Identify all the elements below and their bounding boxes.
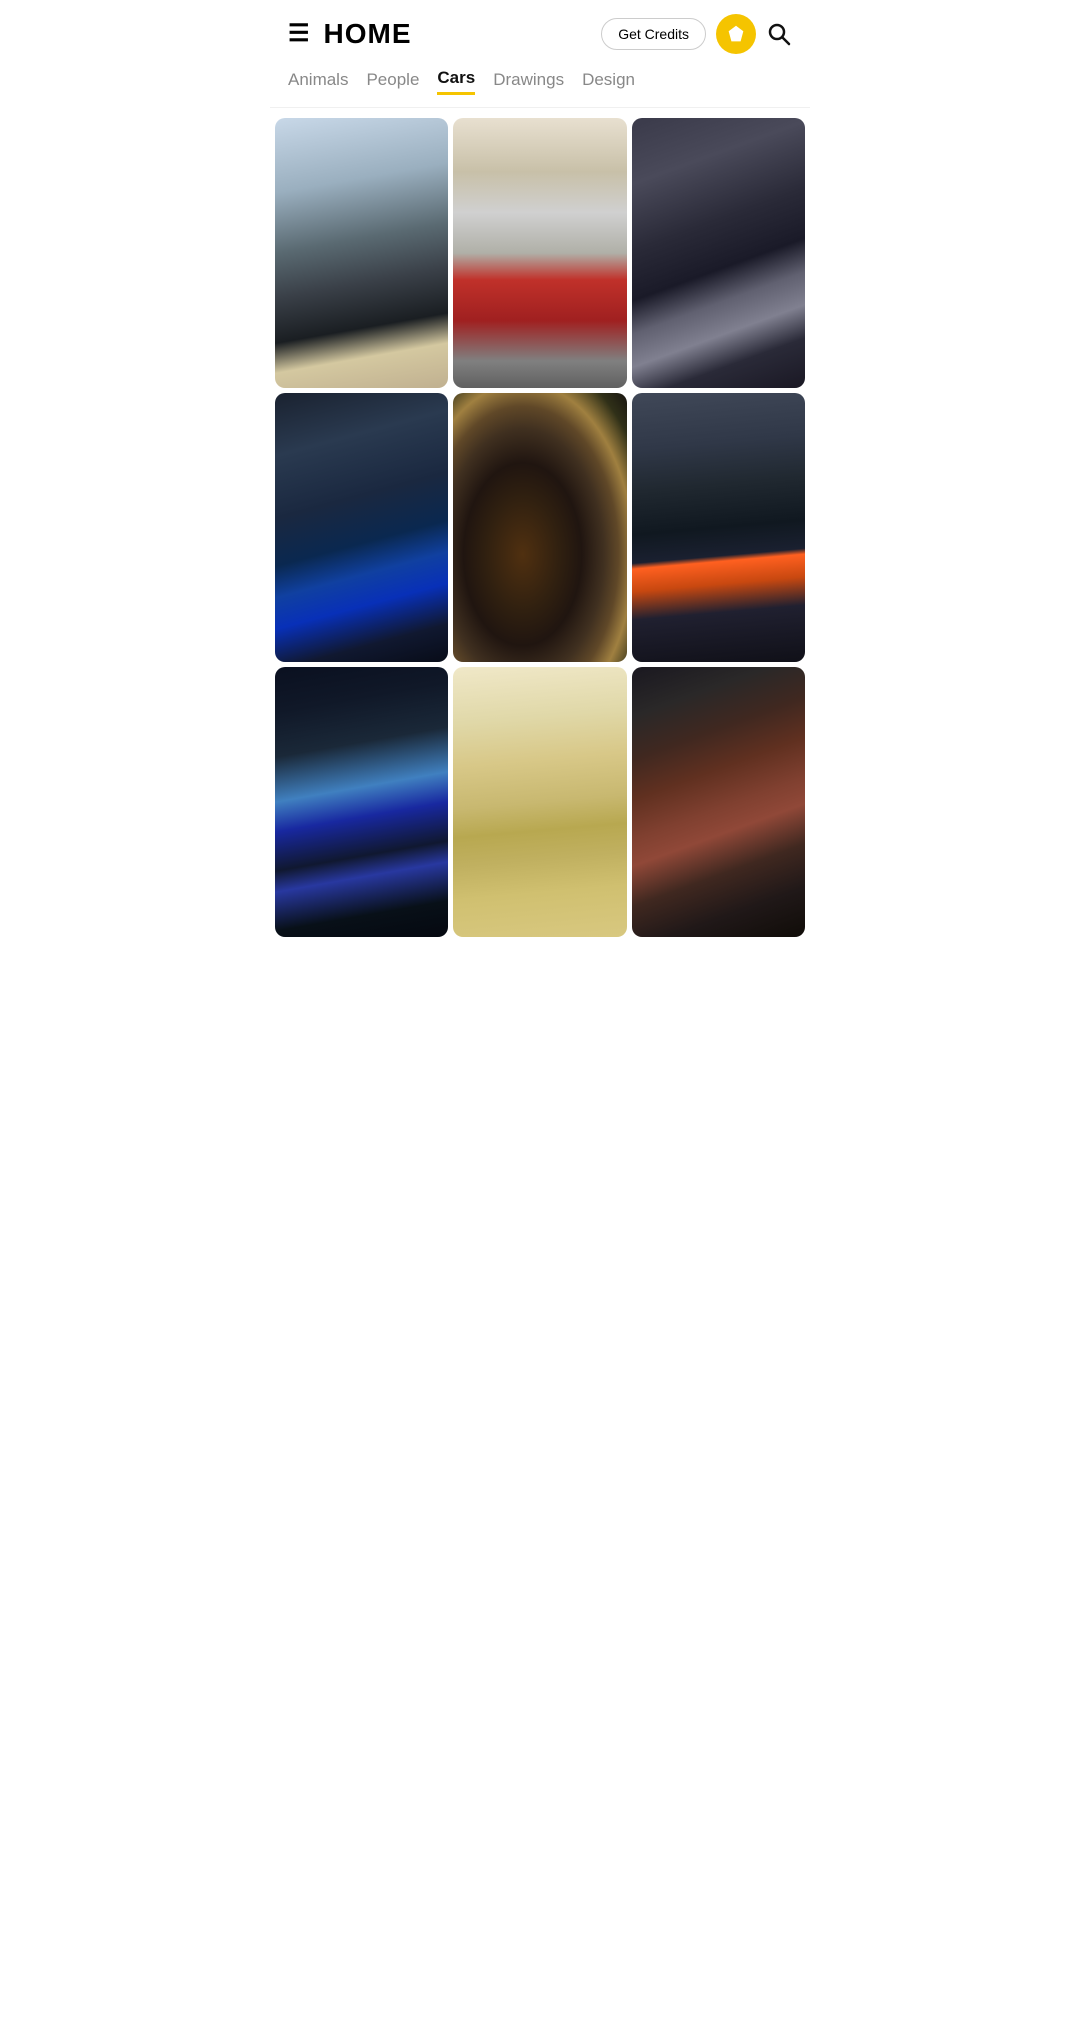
grid-item-9[interactable] <box>632 667 805 937</box>
grid-item-1[interactable] <box>275 118 448 388</box>
page-title: HOME <box>324 18 602 50</box>
app-header: ☰ HOME Get Credits <box>270 0 810 68</box>
gem-svg <box>725 23 747 45</box>
category-drawings[interactable]: Drawings <box>493 70 564 94</box>
grid-item-7[interactable] <box>275 667 448 937</box>
get-credits-button[interactable]: Get Credits <box>601 18 706 50</box>
category-design[interactable]: Design <box>582 70 635 94</box>
category-cars[interactable]: Cars <box>437 68 475 95</box>
image-grid <box>270 108 810 947</box>
gem-icon[interactable] <box>716 14 756 54</box>
category-nav: Animals People Cars Drawings Design <box>270 68 810 108</box>
grid-item-4[interactable] <box>275 393 448 663</box>
category-people[interactable]: People <box>366 70 419 94</box>
grid-item-6[interactable] <box>632 393 805 663</box>
search-icon[interactable] <box>766 21 792 47</box>
header-actions: Get Credits <box>601 14 792 54</box>
category-animals[interactable]: Animals <box>288 70 348 94</box>
grid-item-8[interactable] <box>453 667 626 937</box>
menu-icon[interactable]: ☰ <box>288 22 310 46</box>
grid-item-3[interactable] <box>632 118 805 388</box>
grid-item-2[interactable] <box>453 118 626 388</box>
grid-item-5[interactable] <box>453 393 626 663</box>
